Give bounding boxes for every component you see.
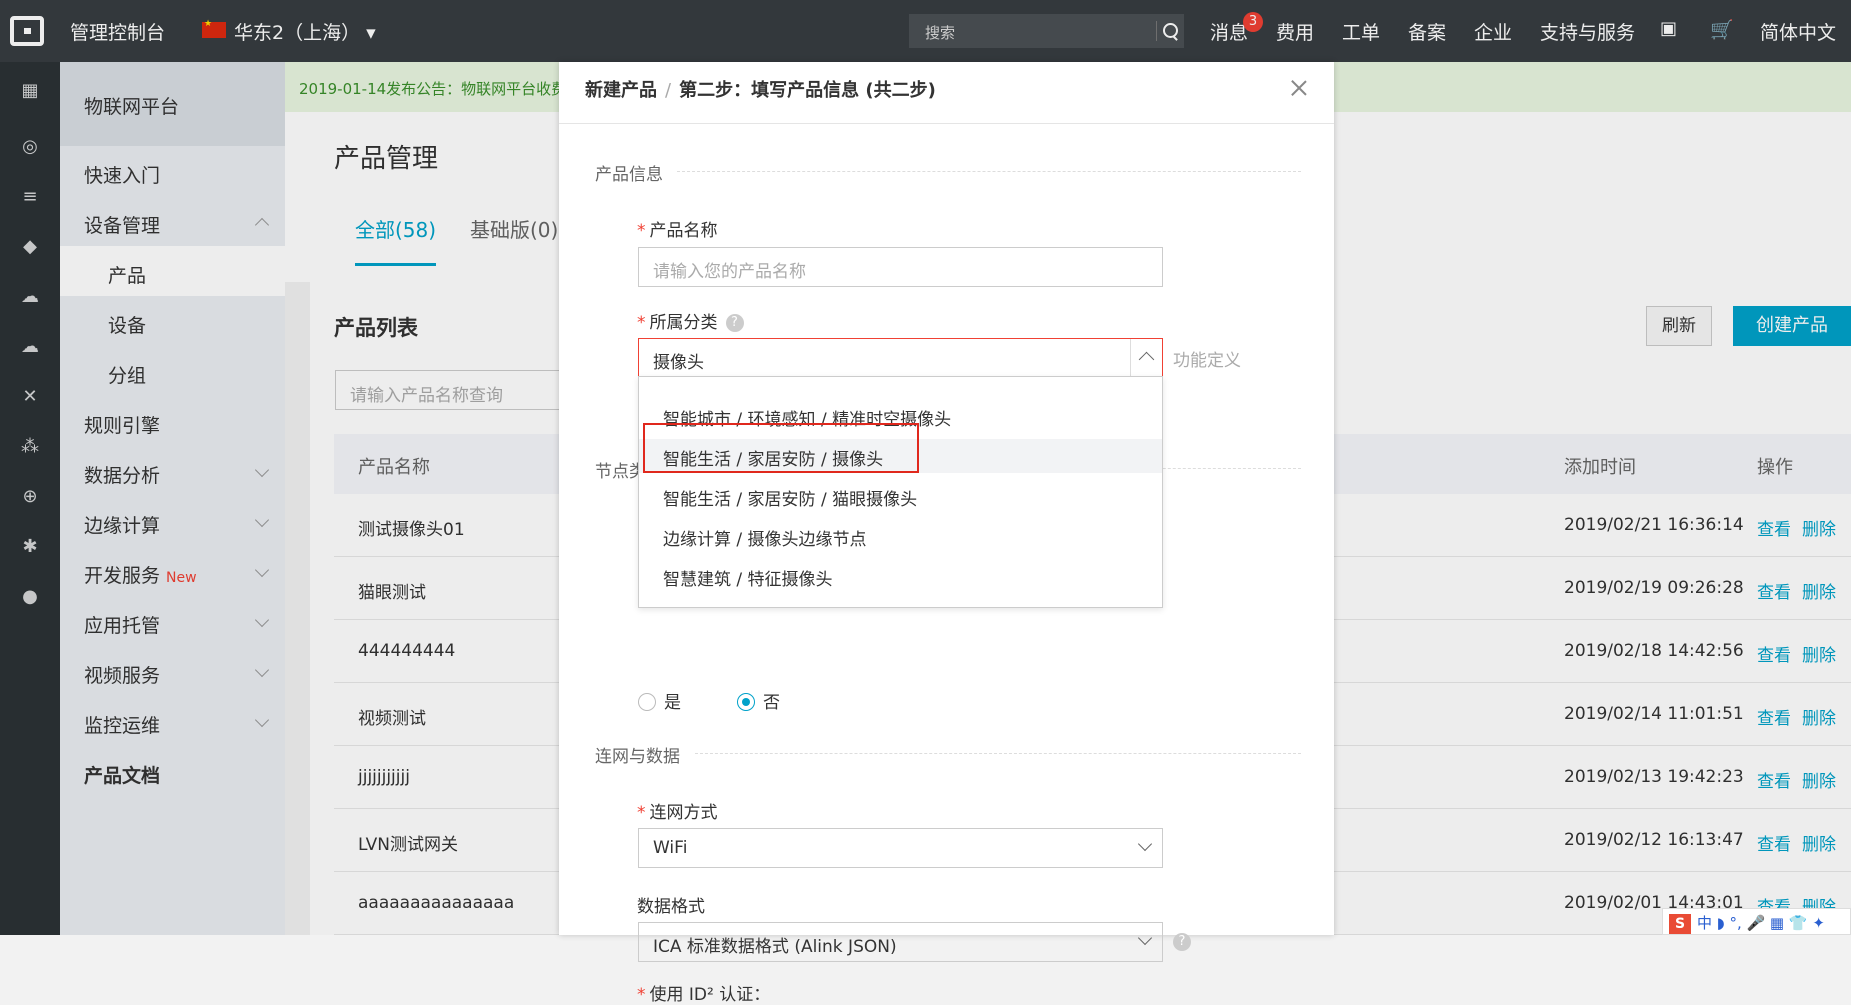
product-name-label: * 产品名称 <box>637 221 718 241</box>
data-format-label: 数据格式 <box>637 897 705 917</box>
sogou-logo-icon: S <box>1669 914 1691 934</box>
category-label: * 所属分类? <box>637 308 744 333</box>
chevron-up-icon[interactable] <box>1130 339 1162 377</box>
help-icon[interactable]: ? <box>1173 933 1191 951</box>
section-network-data: 连网与数据 <box>595 742 1301 767</box>
radio-no[interactable]: 否 <box>737 688 780 713</box>
dialog-header: 新建产品 / 第二步：填写产品信息 (共二步) <box>559 62 1334 124</box>
category-dropdown: 智能城市 / 环境感知 / 精准时空摄像头 智能生活 / 家居安防 / 摄像头 … <box>638 376 1163 608</box>
id2-auth-label: * 使用 ID² 认证： <box>637 985 771 1005</box>
product-name-input[interactable]: 请输入您的产品名称 <box>638 247 1163 287</box>
close-icon[interactable] <box>1287 76 1311 100</box>
data-format-select[interactable]: ICA 标准数据格式 (Alink JSON) <box>638 922 1163 962</box>
ime-toolbar[interactable]: S中 ◗ °, 🎤 ▦ 👕 ✦ <box>1662 908 1851 935</box>
highlight-annotation-box <box>643 423 919 473</box>
chevron-down-icon <box>1137 930 1153 946</box>
chevron-down-icon <box>1137 836 1153 852</box>
dialog-title: 新建产品 / 第二步：填写产品信息 (共二步) <box>585 80 936 101</box>
dropdown-option[interactable]: 智能生活 / 家居安防 / 猫眼摄像头 <box>639 479 1162 513</box>
dropdown-option[interactable]: 智慧建筑 / 特征摄像头 <box>639 559 1162 593</box>
dropdown-option[interactable]: 边缘计算 / 摄像头边缘节点 <box>639 519 1162 553</box>
function-definition-hint: 功能定义 <box>1173 351 1241 371</box>
category-select[interactable]: 摄像头 <box>638 338 1163 378</box>
radio-yes[interactable]: 是 <box>638 688 681 713</box>
help-icon[interactable]: ? <box>725 314 744 332</box>
new-product-dialog: 新建产品 / 第二步：填写产品信息 (共二步) 产品信息 * 产品名称 请输入您的产品… <box>559 62 1334 1005</box>
network-label: * 连网方式 <box>637 803 718 823</box>
network-select[interactable]: WiFi <box>638 828 1163 868</box>
section-product-info: 产品信息 <box>595 160 1301 185</box>
